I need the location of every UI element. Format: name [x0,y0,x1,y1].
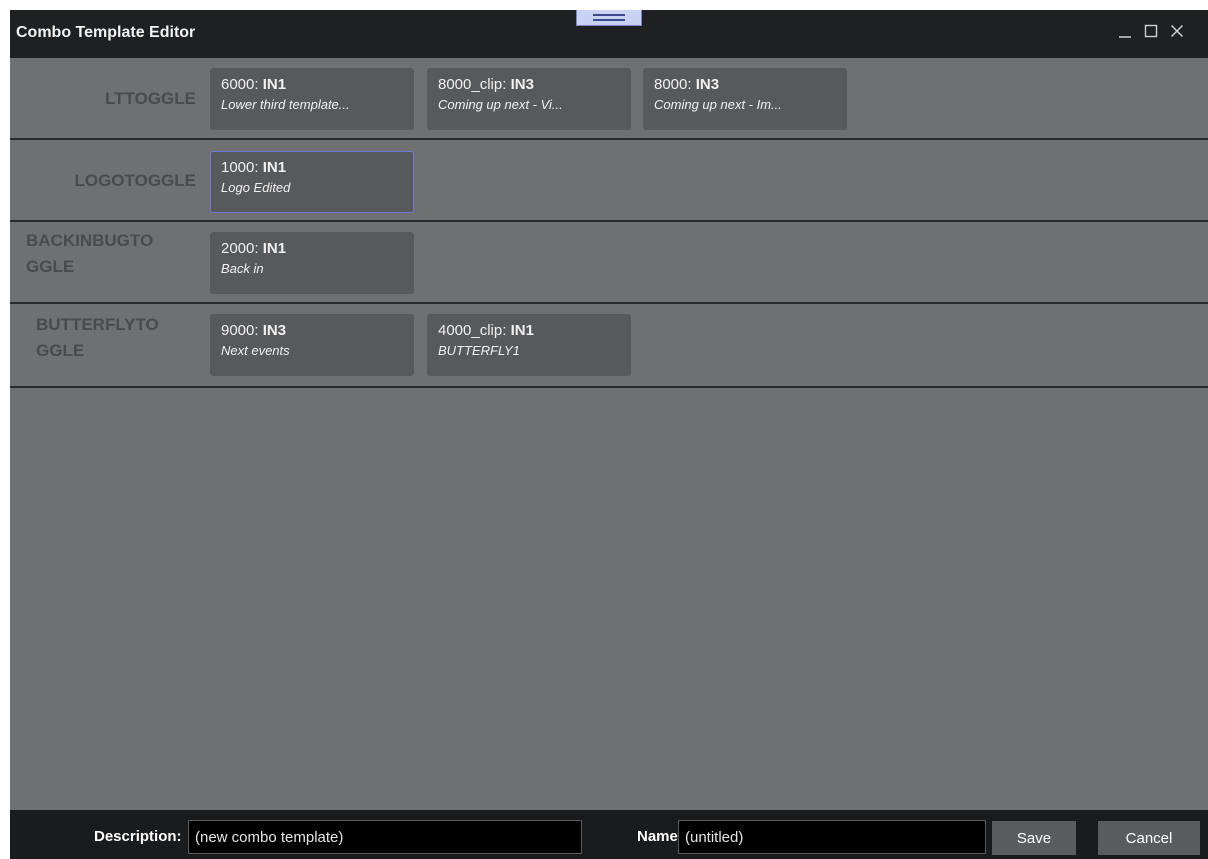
maximize-button[interactable] [1142,20,1160,42]
template-card[interactable]: 8000: IN3 Coming up next - Im... [643,68,847,130]
grip-line-icon [593,13,625,16]
row-label: LTTOGGLE [10,86,196,112]
card-description: Lower third template... [221,97,350,112]
template-card[interactable]: 9000: IN3 Next events [210,314,414,376]
row-label: BUTTERFLYTO GGLE [36,312,212,364]
card-code: 1000: [221,159,259,176]
card-code: 2000: [221,240,259,257]
template-card[interactable]: 6000: IN1 Lower third template... [210,68,414,130]
row-label-line: GGLE [36,341,85,360]
row-label-line: BUTTERFLYTO [36,315,159,334]
grip-line-icon [593,18,625,21]
card-input: IN1 [262,240,287,257]
description-label: Description: [94,828,182,845]
combo-row-butterflytoggle: BUTTERFLYTO GGLE 9000: IN3 Next events 4… [10,304,1208,388]
card-input: IN1 [262,159,287,176]
card-input: IN3 [695,76,720,93]
maximize-icon [1144,24,1158,38]
card-description: Next events [221,343,290,358]
template-card[interactable]: 4000_clip: IN1 BUTTERFLY1 [427,314,631,376]
combo-row-backinbugtoggle: BACKINBUGTO GGLE 2000: IN1 Back in [10,222,1208,304]
row-label: BACKINBUGTO GGLE [26,228,202,280]
combo-template-editor-window: Combo Template Editor LTTOGGLE 6000: IN1… [10,10,1208,859]
card-code: 4000_clip: [438,322,507,339]
row-label-line: BACKINBUGTO [26,231,154,250]
drag-handle-grip[interactable] [576,10,642,26]
card-input: IN3 [262,322,287,339]
name-label: Name: [637,828,683,845]
card-description: Back in [221,261,264,276]
template-card[interactable]: 8000_clip: IN3 Coming up next - Vi... [427,68,631,130]
description-input[interactable] [188,820,582,854]
combo-rows: LTTOGGLE 6000: IN1 Lower third template.… [10,58,1208,388]
minimize-button[interactable] [1116,20,1134,42]
save-button[interactable]: Save [992,821,1076,855]
card-input: IN3 [510,76,534,93]
card-input: IN1 [510,322,534,339]
card-code: 8000_clip: [438,76,507,93]
row-label: LOGOTOGGLE [10,168,196,194]
window-title: Combo Template Editor [16,24,196,41]
row-label-line: LTTOGGLE [105,89,196,108]
row-label-line: LOGOTOGGLE [74,171,196,190]
card-code: 9000: [221,322,259,339]
template-card-selected[interactable]: 1000: IN1 Logo Edited [210,151,414,213]
card-description: Coming up next - Vi... [438,97,563,112]
template-card[interactable]: 2000: IN1 Back in [210,232,414,294]
card-description: BUTTERFLY1 [438,343,520,358]
combo-row-lttoggle: LTTOGGLE 6000: IN1 Lower third template.… [10,58,1208,140]
card-code: 8000: [654,76,692,93]
cancel-button[interactable]: Cancel [1098,821,1200,855]
close-icon [1170,24,1184,38]
close-button[interactable] [1168,20,1186,42]
footer-bar: Description: Name: Save Cancel [10,810,1208,859]
card-description: Logo Edited [221,180,291,195]
name-input[interactable] [678,820,986,854]
card-description: Coming up next - Im... [654,97,782,112]
card-code: 6000: [221,76,259,93]
row-label-line: GGLE [26,257,75,276]
window-controls [1116,20,1186,42]
combo-row-logotoggle: LOGOTOGGLE 1000: IN1 Logo Edited [10,140,1208,222]
card-input: IN1 [262,76,287,93]
minimize-icon [1119,36,1131,38]
